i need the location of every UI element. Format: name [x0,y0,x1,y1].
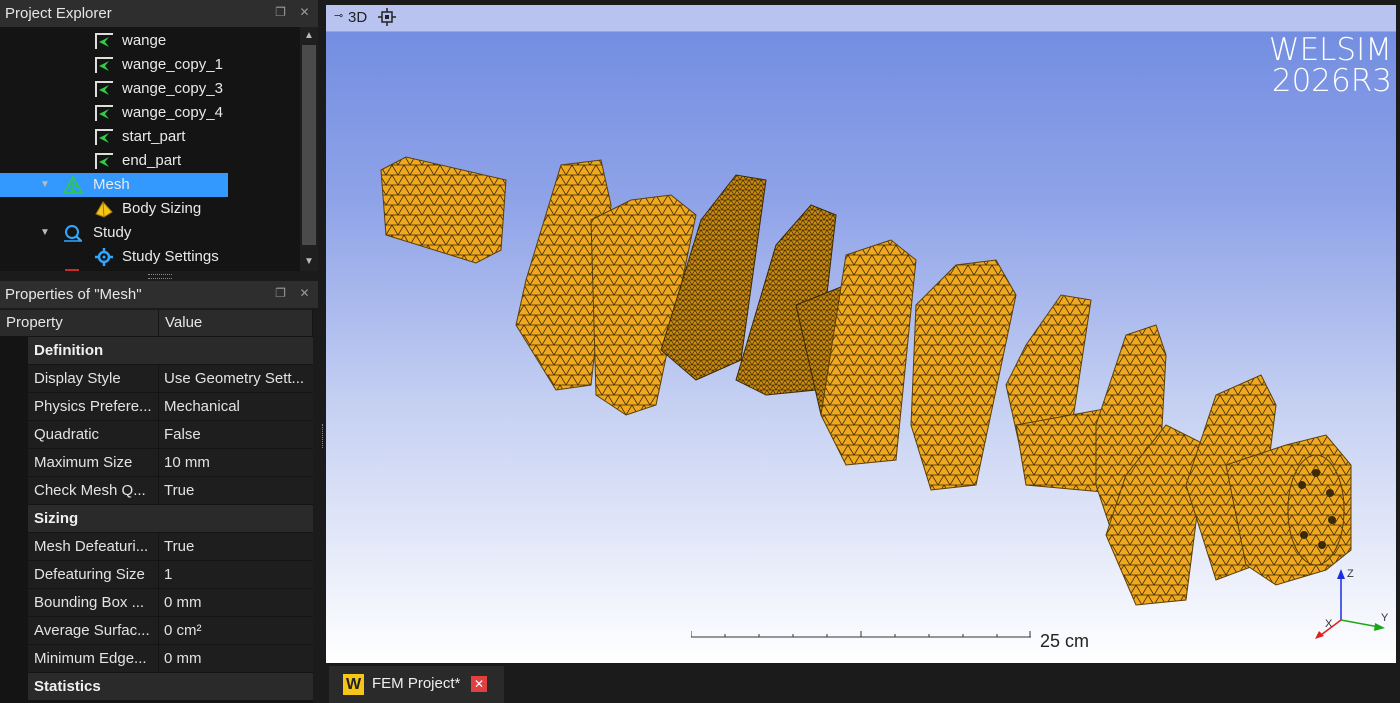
row-gutter [0,421,27,449]
body-sizing-icon [95,201,113,218]
property-value[interactable]: Mechanical [159,393,313,420]
document-tab-bar: W FEM Project* ✕ [326,666,1400,703]
project-tree[interactable]: wange wange_copy_1 wange_copy_3 wange_co… [0,27,300,271]
properties-title: Properties of "Mesh" ❐ ✕ [0,281,318,308]
panel-splitter[interactable] [0,271,318,281]
axis-z-label: Z [1347,568,1354,580]
tree-scrollbar[interactable]: ▲ ▼ [300,27,318,271]
table-row[interactable]: Minimum Edge... 0 mm [0,645,313,673]
property-value[interactable]: 1 [159,561,313,588]
property-key: Quadratic [28,421,158,448]
float-panel-icon[interactable]: ❐ [274,287,287,300]
property-key: Physics Prefere... [28,393,158,420]
property-key: Bounding Box ... [28,589,158,616]
tree-item-wange-copy-3[interactable]: wange_copy_3 [0,77,300,101]
axis-triad: Z Y X [1315,568,1389,639]
property-key: Mesh Defeaturi... [28,533,158,560]
scale-label: 25 cm [1040,631,1090,651]
gear-icon [95,248,113,266]
property-value[interactable]: Use Geometry Sett... [159,365,313,392]
table-row[interactable]: Maximum Size 10 mm [0,449,313,477]
property-value[interactable]: 0 mm [159,589,313,616]
tree-item-wange-copy-4[interactable]: wange_copy_4 [0,101,300,125]
part-icon [95,105,113,121]
column-header-value[interactable]: Value [159,310,313,336]
property-value[interactable]: True [159,477,313,504]
part-icon [95,81,113,97]
property-key: Average Surfac... [28,617,158,644]
tree-item-start-part[interactable]: start_part [0,125,300,149]
table-row[interactable]: Mesh Defeaturi... True [0,533,313,561]
row-gutter [0,617,27,645]
section-definition[interactable]: Definition [28,337,313,364]
close-panel-icon[interactable]: ✕ [298,6,311,19]
row-gutter [0,365,27,393]
row-gutter [0,393,27,421]
expand-arrow-icon[interactable]: ▼ [40,221,50,245]
tab-fem-project[interactable]: W FEM Project* ✕ [329,666,504,703]
tab-label: FEM Project* [372,675,461,692]
axis-y-label: Y [1381,612,1389,624]
properties-table[interactable]: Property Value Definition Display Style U… [0,310,313,703]
project-explorer-title: Project Explorer ❐ ✕ [0,0,318,27]
scroll-thumb[interactable] [302,45,316,245]
tree-item-study-settings[interactable]: Study Settings [0,245,300,269]
close-tab-icon[interactable]: ✕ [471,676,487,692]
table-row[interactable]: Physics Prefere... Mechanical [0,393,313,421]
tree-item-study[interactable]: ▼ Study [0,221,300,245]
row-gutter [0,561,27,589]
project-explorer-label: Project Explorer [5,5,112,22]
row-gutter [0,533,27,561]
tree-item-end-part[interactable]: end_part [0,149,300,173]
properties-label: Properties of "Mesh" [5,286,142,303]
section-sizing[interactable]: Sizing [28,505,313,532]
table-row[interactable]: Defeaturing Size 1 [0,561,313,589]
property-value[interactable]: 10 mm [159,449,313,476]
vertical-splitter[interactable] [318,0,326,703]
row-gutter [0,477,27,505]
table-row[interactable]: Average Surfac... 0 cm² [0,617,313,645]
row-gutter [0,589,27,617]
table-row[interactable]: Bounding Box ... 0 mm [0,589,313,617]
section-statistics[interactable]: Statistics [28,673,313,700]
scale-bar [691,631,1031,638]
close-panel-icon[interactable]: ✕ [298,287,311,300]
3d-viewport[interactable]: ⊸ 3D WELSIM 2026R3 25 cm Z Y X [326,5,1396,663]
table-row[interactable]: Quadratic False [0,421,313,449]
property-value[interactable]: True [159,533,313,560]
property-key: Check Mesh Q... [28,477,158,504]
part-icon [95,33,113,49]
property-value[interactable]: False [159,421,313,448]
property-key: Maximum Size [28,449,158,476]
table-row[interactable]: Display Style Use Geometry Sett... [0,365,313,393]
tree-item-wange[interactable]: wange [0,29,300,53]
mesh-icon [63,176,83,194]
float-panel-icon[interactable]: ❐ [274,6,287,19]
row-gutter [0,645,27,673]
table-row[interactable]: Check Mesh Q... True [0,477,313,505]
part-icon [95,153,113,169]
scroll-up-icon[interactable]: ▲ [300,27,318,45]
column-header-property[interactable]: Property [0,310,159,336]
splitter-grip-icon [148,274,172,279]
tree-item-mesh[interactable]: ▼ Mesh [0,173,228,197]
tree-item-body-sizing[interactable]: Body Sizing [0,197,300,221]
row-gutter [0,449,27,477]
part-icon [95,129,113,145]
property-key: Defeaturing Size [28,561,158,588]
property-key: Minimum Edge... [28,645,158,672]
part-icon [95,57,113,73]
crankshaft-mesh-model[interactable] [326,5,1396,663]
scroll-down-icon[interactable]: ▼ [300,253,318,271]
expand-arrow-icon[interactable]: ▼ [40,173,50,197]
tree-item-wange-copy-1[interactable]: wange_copy_1 [0,53,300,77]
welsim-app-icon: W [343,674,364,695]
study-icon [64,225,82,242]
property-value[interactable]: 0 mm [159,645,313,672]
axis-x-label: X [1325,618,1333,630]
property-key: Display Style [28,365,158,392]
property-value[interactable]: 0 cm² [159,617,313,644]
